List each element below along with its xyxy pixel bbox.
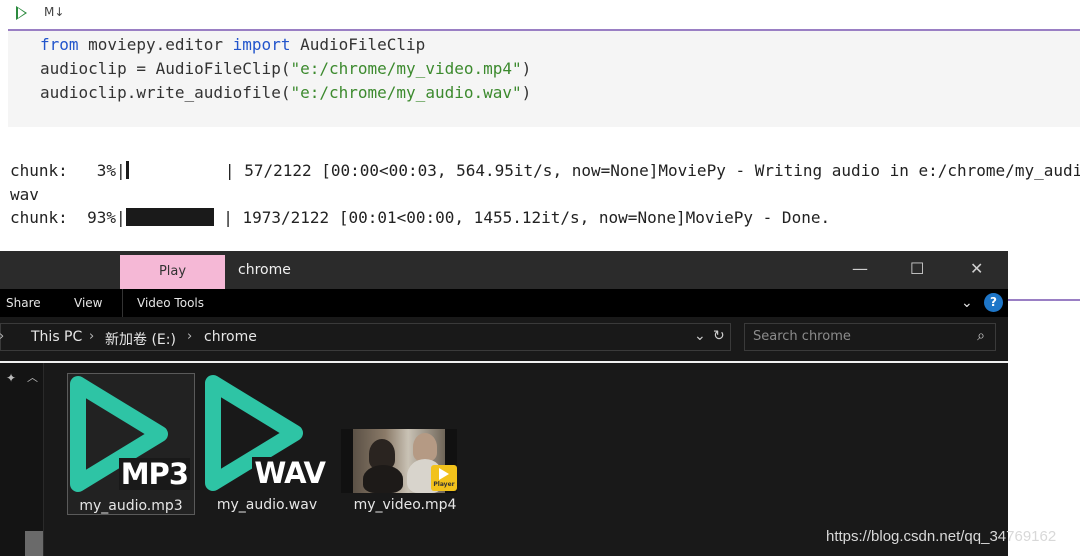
tab-view[interactable]: View	[74, 296, 102, 310]
code-line-3: audioclip.write_audiofile("e:/chrome/my_…	[40, 83, 532, 102]
file-type-badge: WAV	[252, 456, 327, 490]
search-box[interactable]: Search chrome ⌕	[744, 323, 996, 351]
cell-toolbar: M↓	[0, 0, 1080, 28]
code-cell[interactable]: from moviepy.editor import AudioFileClip…	[8, 31, 1080, 127]
navigation-pane[interactable]: ✦ ︿	[0, 363, 44, 556]
search-icon[interactable]: ⌕	[977, 328, 985, 344]
search-input[interactable]: Search chrome	[753, 329, 851, 344]
progress-bar-2	[125, 208, 214, 226]
breadcrumb-drive[interactable]: 新加卷 (E:)	[105, 329, 176, 349]
tab-share[interactable]: Share	[6, 296, 41, 310]
chevron-right-icon: ›	[187, 329, 193, 344]
run-cell-icon[interactable]	[16, 6, 27, 20]
minimize-icon[interactable]: —	[852, 259, 868, 278]
code-line-2: audioclip = AudioFileClip("e:/chrome/my_…	[40, 59, 532, 78]
pin-icon[interactable]: ✦	[6, 371, 16, 385]
chevron-up-icon[interactable]: ︿	[27, 369, 38, 385]
chevron-down-icon[interactable]: ⌄	[961, 295, 973, 311]
player-app-icon: Player	[431, 465, 457, 491]
refresh-icon[interactable]: ↻	[713, 328, 725, 344]
breadcrumb-this-pc[interactable]: This PC	[31, 329, 82, 345]
title-bar: Play chrome — ☐ ✕	[0, 251, 1008, 289]
markdown-toggle-icon[interactable]: M↓	[44, 5, 64, 19]
code-line-1: from moviepy.editor import AudioFileClip	[40, 35, 426, 54]
file-explorer-window: Play chrome — ☐ ✕ Share View Video Tools…	[0, 251, 1008, 556]
address-bar[interactable]: › This PC › 新加卷 (E:) › chrome ⌄ ↻	[0, 323, 731, 351]
watermark: https://blog.csdn.net/qq_34769162	[826, 528, 1057, 545]
file-name: my_audio.wav	[216, 497, 318, 513]
maximize-icon[interactable]: ☐	[910, 259, 924, 278]
scrollbar-thumb[interactable]	[25, 531, 43, 556]
file-item-mp3[interactable]: MP3 my_audio.mp3	[67, 373, 195, 515]
window-title: chrome	[238, 262, 291, 278]
file-type-badge: MP3	[118, 457, 190, 491]
address-row: › This PC › 新加卷 (E:) › chrome ⌄ ↻ Search…	[0, 317, 1008, 361]
address-divider	[0, 361, 1008, 363]
output-line-3: chunk: 93%| | 1973/2122 [00:01<00:00, 14…	[10, 208, 831, 227]
output-line-2: wav	[10, 185, 39, 204]
film-strip-left	[341, 429, 353, 493]
chevron-right-icon: ›	[89, 329, 95, 344]
output-line-1: chunk: 3%| | 57/2122 [00:00<00:03, 564.9…	[10, 161, 1080, 180]
cell-divider	[1006, 299, 1080, 301]
help-icon[interactable]: ?	[984, 293, 1003, 312]
tab-video-tools[interactable]: Video Tools	[137, 296, 204, 310]
chevron-right-icon: ›	[0, 329, 4, 344]
breadcrumb-chrome[interactable]: chrome	[204, 329, 257, 345]
ribbon-divider	[122, 289, 123, 317]
chevron-down-icon[interactable]: ⌄	[694, 328, 706, 344]
tab-play[interactable]: Play	[120, 255, 225, 289]
file-name: my_video.mp4	[353, 497, 457, 513]
file-item-mp4[interactable]: Player my_video.mp4	[341, 373, 469, 515]
file-item-wav[interactable]: WAV my_audio.wav	[203, 373, 331, 515]
file-name: my_audio.mp3	[79, 498, 183, 514]
play-icon	[439, 468, 449, 480]
ribbon: Share View Video Tools ⌄ ?	[0, 289, 1008, 317]
close-icon[interactable]: ✕	[970, 259, 983, 278]
